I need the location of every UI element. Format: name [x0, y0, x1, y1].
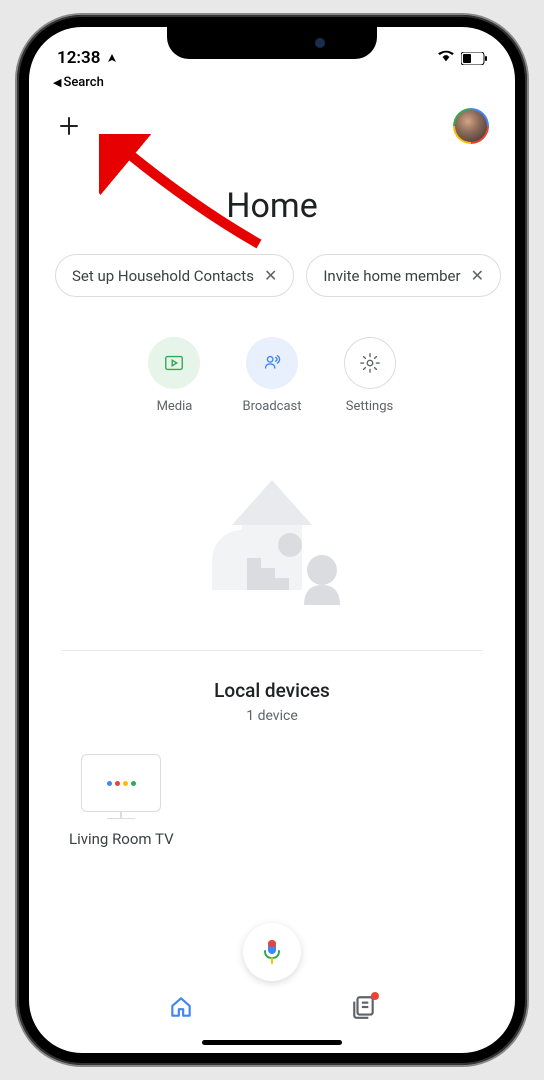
quick-action-label: Media	[157, 399, 193, 414]
google-dots-icon	[107, 781, 136, 786]
settings-icon	[344, 337, 396, 389]
local-devices-title: Local devices	[29, 679, 515, 702]
battery-icon	[461, 52, 487, 65]
quick-action-label: Broadcast	[242, 399, 301, 414]
phone-frame: 12:38 ◀ Search	[17, 15, 527, 1065]
media-icon	[148, 337, 200, 389]
account-avatar[interactable]	[453, 108, 489, 144]
chip-label: Invite home member	[323, 267, 460, 285]
home-icon	[168, 994, 194, 1020]
local-devices-section: Local devices 1 device	[29, 651, 515, 744]
chip-invite-member[interactable]: Invite home member ✕	[306, 254, 501, 297]
house-illustration	[29, 434, 515, 650]
notification-dot	[371, 992, 379, 1000]
plus-icon	[57, 114, 81, 138]
nav-feed-button[interactable]	[351, 994, 377, 1024]
quick-action-label: Settings	[346, 399, 393, 414]
local-devices-count: 1 device	[29, 708, 515, 724]
close-icon[interactable]: ✕	[471, 266, 484, 285]
chip-household-contacts[interactable]: Set up Household Contacts ✕	[55, 254, 294, 297]
broadcast-icon	[246, 337, 298, 389]
device-card[interactable]: Living Room TV	[29, 744, 174, 848]
suggestion-chips: Set up Household Contacts ✕ Invite home …	[29, 254, 515, 297]
microphone-button[interactable]	[243, 923, 301, 981]
chip-label: Set up Household Contacts	[72, 267, 254, 285]
nav-home-button[interactable]	[168, 994, 194, 1024]
quick-action-broadcast[interactable]: Broadcast	[242, 337, 301, 414]
location-icon	[106, 52, 118, 64]
microphone-icon	[262, 939, 282, 965]
back-search-link[interactable]: ◀ Search	[29, 75, 515, 98]
close-icon[interactable]: ✕	[264, 266, 277, 285]
top-bar	[29, 98, 515, 154]
quick-actions: Media Broadcast Settings	[29, 297, 515, 434]
quick-action-settings[interactable]: Settings	[344, 337, 396, 414]
home-indicator[interactable]	[202, 1040, 342, 1045]
avatar-image	[455, 110, 487, 142]
wifi-icon	[437, 48, 455, 68]
phone-screen: 12:38 ◀ Search	[29, 27, 515, 1053]
tv-icon	[81, 754, 161, 812]
back-search-label: Search	[63, 75, 103, 90]
page-title: Home	[29, 154, 515, 254]
status-time: 12:38	[57, 48, 100, 68]
back-arrow-icon: ◀	[53, 76, 61, 89]
quick-action-media[interactable]: Media	[148, 337, 200, 414]
notch	[167, 27, 377, 59]
add-button[interactable]	[55, 112, 83, 140]
device-label: Living Room TV	[69, 830, 174, 848]
